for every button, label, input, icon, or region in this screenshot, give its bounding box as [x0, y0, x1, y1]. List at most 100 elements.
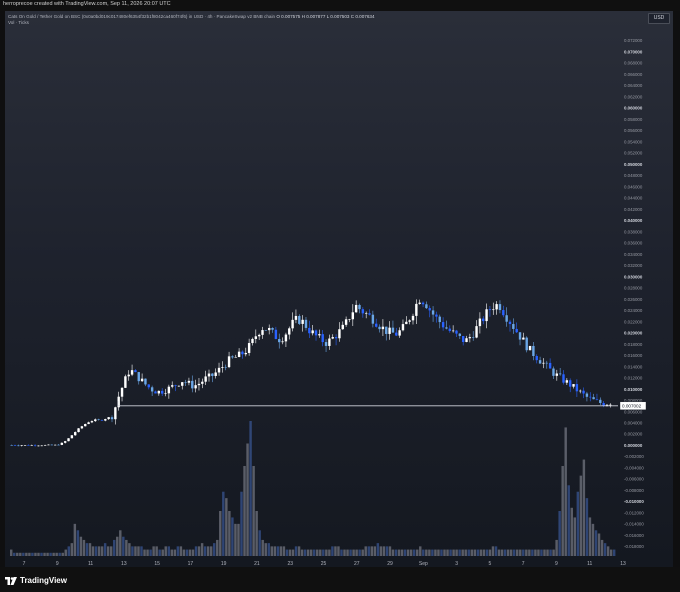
volume-bar	[446, 549, 449, 556]
candle-body	[381, 326, 385, 330]
candle-body	[508, 321, 512, 325]
candle-body	[545, 362, 548, 364]
candle-body	[231, 356, 234, 358]
volume-bar	[391, 549, 395, 556]
candle-body	[234, 357, 237, 358]
candle-body	[528, 345, 532, 351]
volume-bar	[597, 533, 601, 556]
volume-bar	[146, 549, 149, 556]
volume-bar	[94, 546, 98, 556]
candle-body	[294, 315, 298, 320]
volume-bar	[519, 549, 522, 556]
candle-body	[505, 315, 508, 322]
candle-body	[398, 330, 401, 336]
candle-body	[227, 356, 231, 368]
volume-bar	[482, 549, 486, 556]
candle-body	[207, 373, 211, 377]
volume-bar	[452, 549, 455, 556]
candle-body	[127, 374, 130, 377]
volume-bar	[516, 549, 519, 556]
volume-bar	[294, 546, 298, 556]
candle-body	[341, 324, 344, 330]
volume-bar	[509, 549, 513, 556]
volume-bar	[231, 517, 234, 556]
volume-bar	[25, 552, 28, 556]
volume-bar	[22, 552, 25, 556]
volume-bar	[131, 546, 134, 556]
volume-bar	[537, 549, 540, 556]
candle-body	[241, 351, 244, 355]
volume-bar	[497, 549, 501, 556]
volume-bar	[137, 546, 140, 556]
candle-body	[120, 387, 124, 397]
volume-bar	[409, 549, 413, 556]
volume-bar	[549, 549, 552, 556]
candle-body	[518, 332, 522, 340]
candle-body	[204, 376, 207, 382]
candle-body	[358, 304, 361, 310]
candle-body	[30, 445, 33, 446]
volume-bar	[10, 549, 13, 556]
candle-body	[482, 318, 485, 322]
candle-body	[298, 315, 301, 324]
candle-body	[448, 328, 451, 332]
volume-bar	[179, 546, 183, 556]
volume-bar	[216, 539, 219, 556]
candle-body	[40, 445, 43, 447]
volume-bar	[188, 549, 192, 556]
volume-bar	[440, 549, 443, 556]
volume-bar	[297, 546, 301, 556]
candle-body	[565, 380, 569, 383]
volume-bar	[491, 546, 495, 556]
price-tick-label: -0.012000	[624, 510, 644, 515]
price-tick-label: -0.016000	[624, 533, 644, 538]
candle-body	[254, 336, 258, 339]
volume-bar	[561, 466, 564, 556]
candle-body	[150, 387, 154, 392]
candle-body	[304, 319, 308, 328]
volume-bar	[573, 517, 577, 556]
candle-body	[418, 302, 421, 304]
price-tick-label: 0.004000	[624, 421, 643, 426]
candle-body	[428, 308, 431, 311]
candle-body	[84, 424, 87, 427]
candle-body	[281, 341, 284, 343]
volume-bar	[303, 549, 307, 556]
candle-body	[137, 372, 140, 382]
price-tick-label: 0.068000	[624, 61, 643, 66]
volume-bar	[479, 549, 483, 556]
volume-bar	[34, 552, 37, 556]
volume-bar	[546, 549, 549, 556]
price-tick-label: 0.064000	[624, 83, 643, 88]
candle-body	[53, 444, 57, 446]
price-tick-label: 0.058000	[624, 117, 643, 122]
candle-body	[271, 327, 274, 330]
price-tick-label: 0.050000	[624, 162, 643, 167]
candle-body	[171, 385, 174, 387]
candle-body	[555, 373, 559, 376]
price-tick-label: -0.004000	[624, 465, 644, 470]
volume-bar	[285, 549, 289, 556]
volume-bar	[313, 549, 316, 556]
volume-bar	[500, 549, 504, 556]
candle-body	[585, 393, 589, 397]
candle-body	[542, 362, 545, 364]
volume-bar	[419, 546, 422, 556]
volume-bar	[206, 546, 210, 556]
volume-bar	[88, 543, 92, 556]
price-axis[interactable]: 0.072000 0.070000 0.068000 0.066000 0.064000…	[624, 38, 644, 549]
candle-body	[174, 385, 177, 386]
price-tick-label: -0.006000	[624, 477, 644, 482]
volume-bar	[267, 543, 270, 556]
candle-body	[37, 445, 40, 447]
volume-bar	[143, 549, 146, 556]
candle-body	[100, 419, 104, 421]
volume-bar	[403, 549, 407, 556]
volume-bar	[582, 459, 586, 556]
volume-bar	[355, 549, 358, 556]
volume-bar	[567, 485, 570, 556]
volume-bar	[13, 552, 16, 556]
candle-body	[63, 441, 67, 443]
candle-body	[532, 345, 535, 357]
volume-bar	[428, 549, 431, 556]
